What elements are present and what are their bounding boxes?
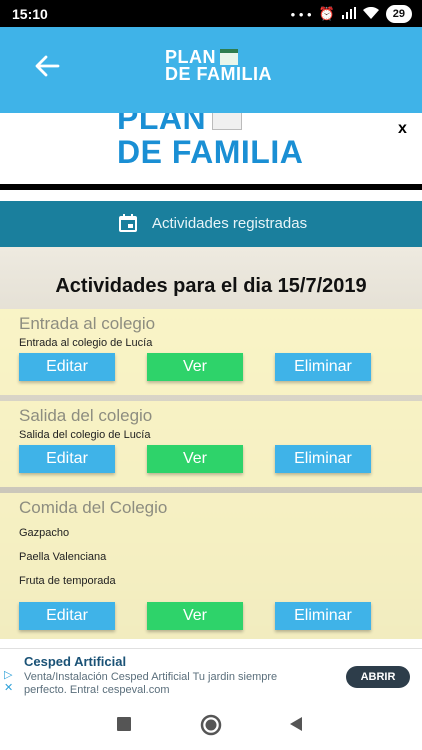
ad-title[interactable]: Cesped Artificial [24, 654, 126, 669]
banner-logo-line-2: DE FAMILIA [117, 134, 304, 170]
activity-card: Entrada al colegio Entrada al colegio de… [0, 309, 422, 395]
logo-banner: PLAN DE FAMILIA [0, 113, 422, 189]
activity-line: Paella Valenciana [19, 551, 107, 563]
status-bar: 15:10 • • • ⏰ 29 [0, 0, 422, 27]
activity-title: Salida del colegio [19, 406, 153, 425]
delete-button[interactable]: Eliminar [275, 353, 371, 381]
recents-icon[interactable] [116, 716, 134, 734]
ad-choices-icon[interactable]: ▷ ✕ [4, 669, 18, 697]
activity-line: Entrada al colegio de Lucía [19, 337, 153, 349]
delete-button[interactable]: Eliminar [275, 602, 371, 630]
edit-button[interactable]: Editar [19, 445, 115, 473]
banner-logo-line-1: PLAN [117, 113, 207, 136]
home-icon[interactable] [200, 714, 222, 736]
alarm-icon: ⏰ [318, 6, 335, 21]
status-time: 15:10 [12, 6, 48, 22]
activities-panel: Actividades para el dia 15/7/2019 Entrad… [0, 247, 422, 639]
back-arrow-icon[interactable] [34, 55, 66, 83]
close-banner-button[interactable]: x [398, 120, 407, 138]
activity-line: Gazpacho [19, 527, 70, 539]
divider [0, 184, 422, 190]
calendar-icon [212, 113, 243, 130]
logo-line-2: DE FAMILIA [165, 64, 272, 84]
calendar-icon [220, 49, 238, 65]
activity-title: Comida del Colegio [19, 498, 168, 517]
view-button[interactable]: Ver [147, 602, 243, 630]
calendar-event-icon [118, 213, 138, 233]
page-title: Actividades para el dia 15/7/2019 [55, 275, 367, 297]
edit-button[interactable]: Editar [19, 353, 115, 381]
edit-button[interactable]: Editar [19, 602, 115, 630]
ad-open-button[interactable]: ABRIR [346, 666, 410, 688]
view-button[interactable]: Ver [147, 445, 243, 473]
wifi-icon [362, 6, 379, 22]
delete-button[interactable]: Eliminar [275, 445, 371, 473]
section-header: Actividades registradas [0, 201, 422, 247]
notification-dots-icon: • • • [290, 6, 312, 22]
app-bar: PLAN DE FAMILIA [0, 27, 422, 113]
view-button[interactable]: Ver [147, 353, 243, 381]
activity-card: Salida del colegio Salida del colegio de… [0, 401, 422, 487]
activity-line: Fruta de temporada [19, 575, 116, 587]
ad-banner[interactable]: ▷ ✕ Cesped Artificial Venta/Instalación C… [0, 648, 422, 700]
banner-logo: PLAN DE FAMILIA [117, 113, 303, 169]
section-label: Actividades registradas [152, 215, 308, 232]
activity-title: Entrada al colegio [19, 314, 156, 333]
battery-icon: 29 [385, 5, 412, 23]
app-logo: PLAN DE FAMILIA [165, 48, 272, 84]
activity-card: Comida del Colegio Gazpacho Paella Valen… [0, 493, 422, 639]
system-nav-bar [0, 700, 422, 750]
battery-level: 29 [392, 8, 405, 20]
ad-description[interactable]: Venta/Instalación Cesped Artificial Tu j… [24, 671, 314, 697]
back-icon[interactable] [288, 716, 306, 734]
signal-icon [341, 6, 356, 22]
activity-line: Salida del colegio de Lucía [19, 429, 151, 441]
